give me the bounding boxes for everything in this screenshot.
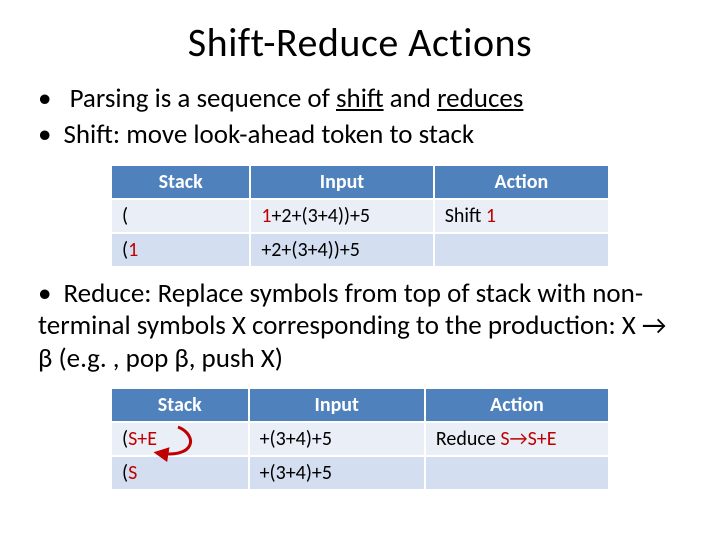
col-input: Input	[250, 165, 433, 199]
cell-input: +(3+4)+5	[249, 422, 425, 456]
underline-reduces: reduces	[437, 82, 523, 115]
reduce-table-wrap: Stack Input Action (S+E +(3+4)+5 Reduce …	[38, 387, 682, 491]
red-token: S	[128, 461, 137, 485]
cell-action	[434, 233, 609, 267]
red-token: 1	[128, 238, 138, 262]
col-stack: Stack	[111, 165, 250, 199]
table-reduce-example: Stack Input Action (S+E +(3+4)+5 Reduce …	[110, 387, 610, 491]
cell-stack: (	[111, 199, 250, 233]
cell-stack: (S	[111, 456, 249, 490]
red-token: S→S+E	[500, 427, 556, 451]
cell-input: +(3+4)+5	[249, 456, 425, 490]
text: Reduce	[436, 427, 500, 451]
cell-action	[425, 456, 609, 490]
text: Parsing is a sequence of	[70, 82, 336, 115]
page-title: Shift-Reduce Actions	[38, 18, 682, 67]
cell-stack: (1	[111, 233, 250, 267]
cell-action: Reduce S→S+E	[425, 422, 609, 456]
text: and	[384, 82, 438, 115]
red-token: 1	[261, 204, 271, 228]
red-token: S+E	[128, 427, 157, 451]
col-stack: Stack	[111, 388, 249, 422]
bullet-list-bottom: Reduce: Replace symbols from top of stac…	[38, 278, 682, 375]
table-header-row: Stack Input Action	[111, 388, 609, 422]
slide: Shift-Reduce Actions Parsing is a sequen…	[0, 0, 720, 540]
red-token: 1	[486, 204, 496, 228]
col-action: Action	[434, 165, 609, 199]
table-header-row: Stack Input Action	[111, 165, 609, 199]
text: +2+(3+4))+5	[271, 204, 370, 228]
table-row: (1 +2+(3+4))+5	[111, 233, 609, 267]
bullet-reduce-def: Reduce: Replace symbols from top of stac…	[38, 278, 682, 375]
table-shift-example: Stack Input Action ( 1+2+(3+4))+5 Shift …	[110, 164, 610, 268]
bullet-parsing: Parsing is a sequence of shift and reduc…	[38, 83, 682, 115]
col-input: Input	[249, 388, 425, 422]
cell-action: Shift 1	[434, 199, 609, 233]
table-row: ( 1+2+(3+4))+5 Shift 1	[111, 199, 609, 233]
underline-shift: shift	[336, 82, 384, 115]
bullet-list-top: Parsing is a sequence of shift and reduc…	[38, 83, 682, 152]
cell-stack: (S+E	[111, 422, 249, 456]
bullet-shift-def: Shift: move look-ahead token to stack	[38, 119, 682, 151]
col-action: Action	[425, 388, 609, 422]
cell-input: +2+(3+4))+5	[250, 233, 433, 267]
table-row: (S+E +(3+4)+5 Reduce S→S+E	[111, 422, 609, 456]
table-row: (S +(3+4)+5	[111, 456, 609, 490]
cell-input: 1+2+(3+4))+5	[250, 199, 433, 233]
text: Shift	[445, 204, 486, 228]
